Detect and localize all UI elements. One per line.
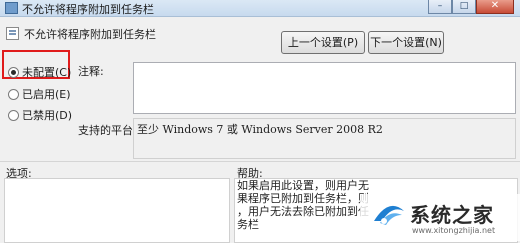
comment-label: 注释: [78, 65, 104, 78]
supported-platform-label: 支持的平台: [78, 124, 137, 137]
options-panel [4, 178, 230, 243]
next-setting-button[interactable]: 下一个设置(N) [368, 31, 444, 54]
radio-not-configured[interactable]: 未配置(C) [8, 64, 71, 80]
window-title: 不允许将程序附加到任务栏 [22, 3, 154, 16]
policy-name: 不允许将程序附加到任务栏 [24, 28, 156, 41]
watermark-logo-icon [374, 205, 404, 225]
close-button[interactable]: ✕ [476, 0, 514, 14]
radio-unselected-icon [8, 88, 19, 100]
watermark-url: www.xitongzhijia.net [412, 226, 496, 235]
window-titlebar: 不允许将程序附加到任务栏 – □ ✕ [0, 0, 520, 17]
supported-platform-value: 至少 Windows 7 或 Windows Server 2008 R2 [137, 123, 383, 136]
maximize-button[interactable]: □ [452, 0, 476, 14]
radio-label: 已启用(E) [22, 88, 71, 101]
policy-window-icon [5, 2, 18, 14]
radio-label: 已禁用(D) [22, 109, 73, 122]
radio-unselected-icon [8, 109, 19, 121]
radio-selected-icon [8, 66, 19, 78]
section-divider [0, 161, 520, 162]
policy-setting-icon [6, 27, 19, 40]
window-controls: – □ ✕ [428, 0, 514, 14]
radio-enabled[interactable]: 已启用(E) [8, 86, 71, 102]
radio-disabled[interactable]: 已禁用(D) [8, 107, 72, 123]
watermark-text: 系统之家 [410, 203, 494, 227]
comment-textarea[interactable] [133, 62, 516, 114]
previous-setting-button[interactable]: 上一个设置(P) [281, 31, 365, 54]
radio-label: 未配置(C) [22, 66, 72, 79]
minimize-button[interactable]: – [428, 0, 452, 14]
supported-platform-box: 至少 Windows 7 或 Windows Server 2008 R2 [133, 118, 516, 159]
